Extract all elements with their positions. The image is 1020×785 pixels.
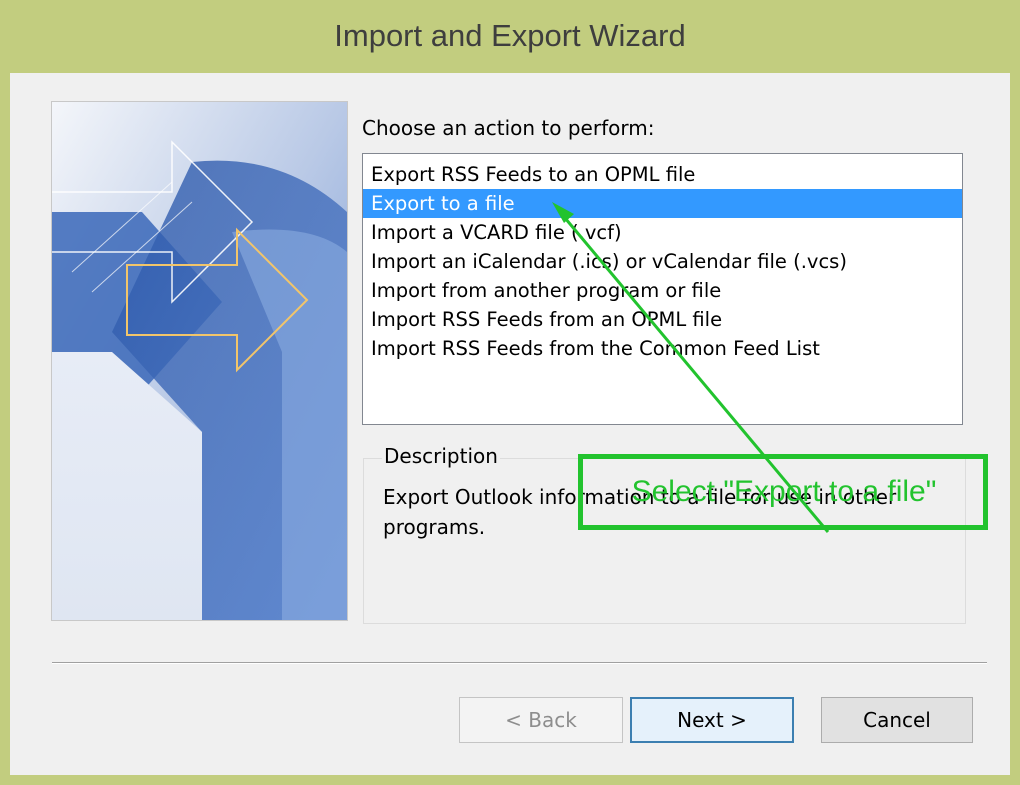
action-item-import-rss-common[interactable]: Import RSS Feeds from the Common Feed Li… bbox=[363, 334, 962, 363]
back-button[interactable]: < Back bbox=[459, 697, 623, 743]
wizard-client-area: Choose an action to perform: Export RSS … bbox=[10, 73, 1010, 775]
action-item-import-vcard[interactable]: Import a VCARD file (.vcf) bbox=[363, 218, 962, 247]
footer-separator bbox=[52, 662, 987, 664]
action-listbox[interactable]: Export RSS Feeds to an OPML file Export … bbox=[362, 153, 963, 425]
action-item-import-rss-opml[interactable]: Import RSS Feeds from an OPML file bbox=[363, 305, 962, 334]
action-item-export-to-file[interactable]: Export to a file bbox=[363, 189, 962, 218]
action-item-import-icalendar[interactable]: Import an iCalendar (.ics) or vCalendar … bbox=[363, 247, 962, 276]
cancel-button[interactable]: Cancel bbox=[821, 697, 973, 743]
annotation-callout-text: Select "Export to a file" bbox=[631, 475, 937, 508]
description-legend: Description bbox=[382, 444, 500, 468]
action-item-import-other-program[interactable]: Import from another program or file bbox=[363, 276, 962, 305]
wizard-window: Import and Export Wizard Choose an actio… bbox=[0, 0, 1020, 785]
action-prompt-label: Choose an action to perform: bbox=[362, 116, 655, 140]
window-title: Import and Export Wizard bbox=[334, 18, 686, 53]
next-button[interactable]: Next > bbox=[630, 697, 794, 743]
action-item-export-opml[interactable]: Export RSS Feeds to an OPML file bbox=[363, 160, 962, 189]
wizard-banner-image bbox=[51, 101, 348, 621]
